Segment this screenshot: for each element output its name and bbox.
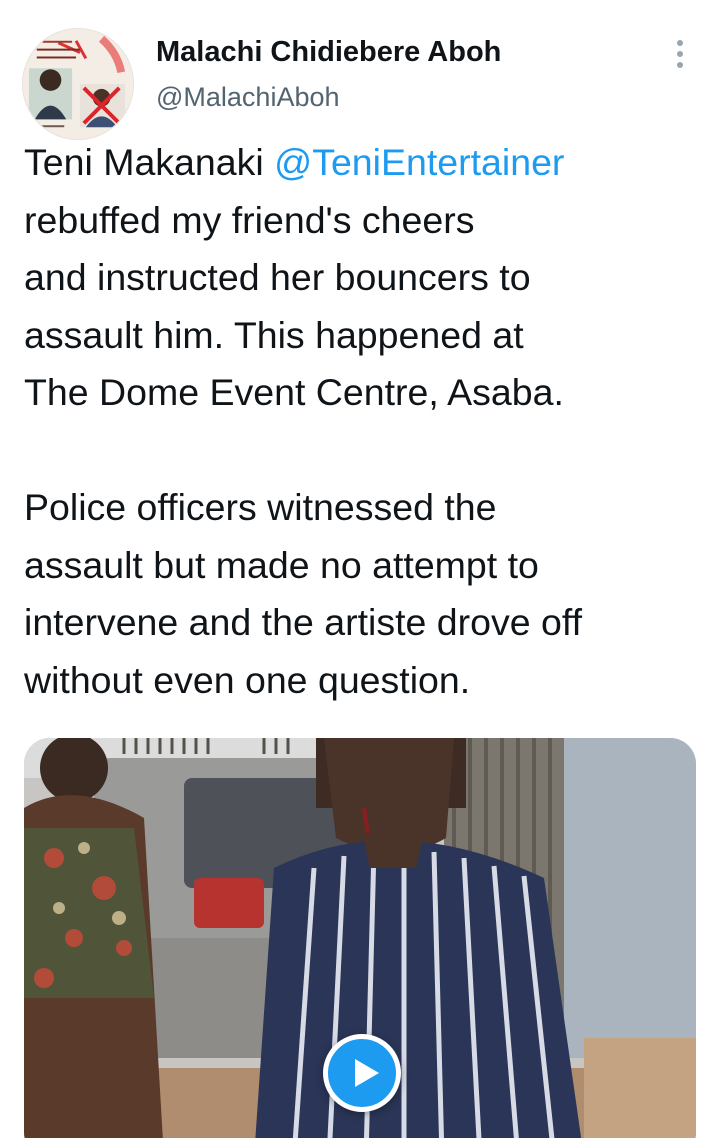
tweet-line: rebuffed my friend's cheers <box>24 198 475 241</box>
tweet-card: Malachi Chidiebere Aboh @MalachiAboh Ten… <box>0 0 720 1138</box>
author-handle[interactable]: @MalachiAboh <box>156 82 340 113</box>
play-icon <box>355 1059 379 1087</box>
tweet-line: assault but made no attempt to <box>24 543 539 586</box>
tweet-line: assault him. This happened at <box>24 313 524 356</box>
mention-link[interactable]: @TeniEntertainer <box>274 141 564 183</box>
tweet-line: and instructed her bouncers to <box>24 256 531 298</box>
tweet-line: intervene and the artiste drove off <box>24 601 582 643</box>
play-button[interactable] <box>323 1034 401 1112</box>
tweet-line: Teni Makanaki @TeniEntertainer <box>24 134 704 192</box>
tweet-line: The Dome Event Centre, Asaba. <box>24 371 564 413</box>
author-display-name[interactable]: Malachi Chidiebere Aboh <box>156 36 501 69</box>
tweet-text: Teni Makanaki @TeniEntertainer rebuffed … <box>24 134 704 709</box>
tweet-line: without even one question. <box>24 658 471 701</box>
tweet-line: Police officers witnessed the <box>24 486 497 528</box>
author-avatar[interactable] <box>22 28 134 140</box>
video-media[interactable] <box>24 738 696 1138</box>
tweet-text-segment: Teni Makanaki <box>24 141 275 183</box>
more-options-icon[interactable] <box>666 38 694 70</box>
profile-collage-avatar <box>23 29 133 139</box>
